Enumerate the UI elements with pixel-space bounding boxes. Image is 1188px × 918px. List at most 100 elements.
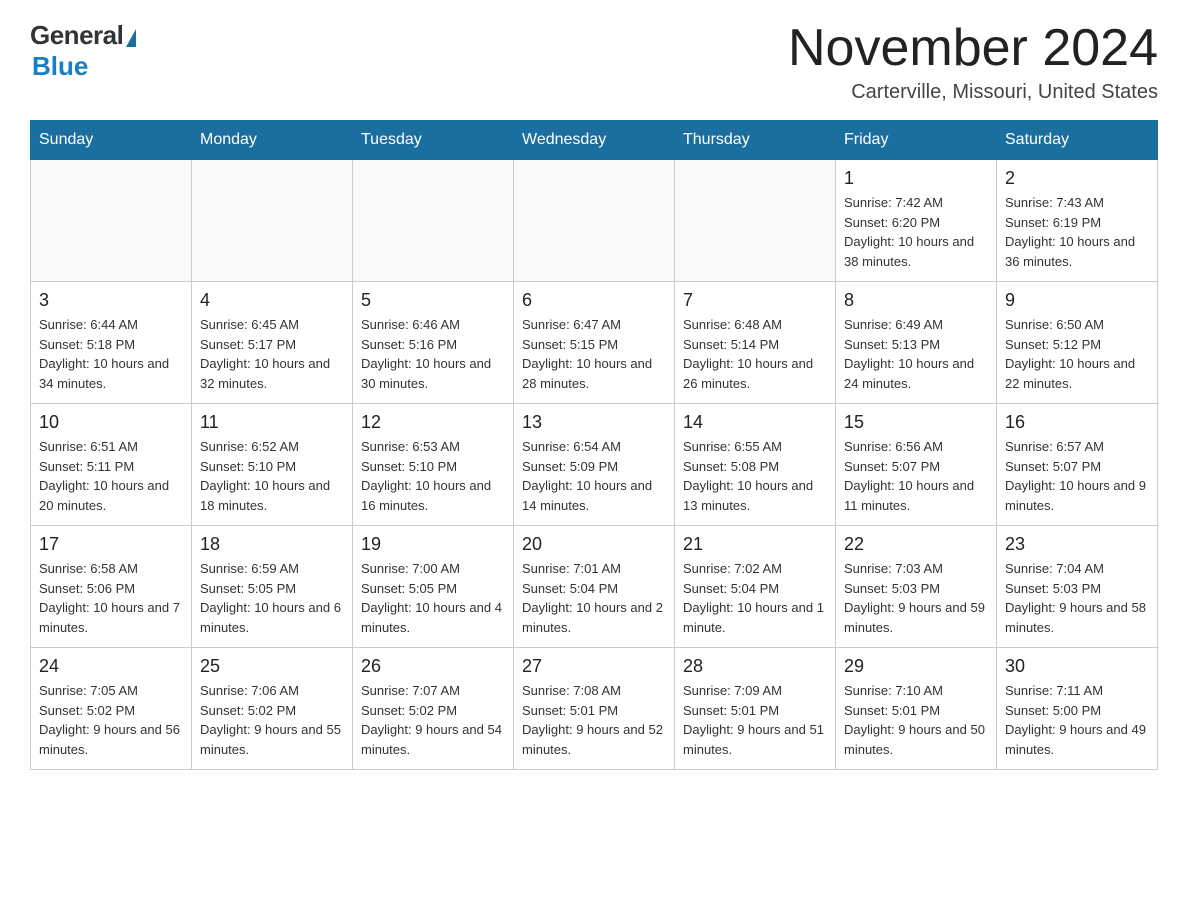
calendar-cell: 24Sunrise: 7:05 AM Sunset: 5:02 PM Dayli… bbox=[31, 648, 192, 770]
calendar-cell: 8 Sunrise: 6:49 AM Sunset: 5:13 PM Daylig… bbox=[836, 282, 997, 404]
logo-blue-text: Blue bbox=[32, 51, 88, 82]
month-title: November 2024 bbox=[788, 20, 1158, 77]
calendar-cell bbox=[31, 160, 192, 282]
day-info: Sunrise: 6:49 AM Sunset: 5:13 PM Dayligh… bbox=[844, 315, 988, 393]
calendar-cell: 14 Sunrise: 6:55 AM Sunset: 5:08 PM Dayli… bbox=[675, 404, 836, 526]
calendar-header-tuesday: Tuesday bbox=[353, 121, 514, 160]
day-info: Sunrise: 7:00 AM Sunset: 5:05 PM Dayligh… bbox=[361, 559, 505, 637]
calendar-cell: 13 Sunrise: 6:54 AM Sunset: 5:09 PM Dayli… bbox=[514, 404, 675, 526]
calendar-header-sunday: Sunday bbox=[31, 121, 192, 160]
calendar-cell: 29Sunrise: 7:10 AM Sunset: 5:01 PM Dayli… bbox=[836, 648, 997, 770]
day-info: Sunrise: 6:54 AM Sunset: 5:09 PM Dayligh… bbox=[522, 437, 666, 515]
calendar-week-row: 1 Sunrise: 7:42 AM Sunset: 6:20 PM Daylig… bbox=[31, 160, 1158, 282]
calendar-cell: 11 Sunrise: 6:52 AM Sunset: 5:10 PM Dayli… bbox=[192, 404, 353, 526]
calendar-cell: 28 Sunrise: 7:09 AM Sunset: 5:01 PM Dayli… bbox=[675, 648, 836, 770]
calendar-cell: 20Sunrise: 7:01 AM Sunset: 5:04 PM Dayli… bbox=[514, 526, 675, 648]
day-info: Sunrise: 7:09 AM Sunset: 5:01 PM Dayligh… bbox=[683, 681, 827, 759]
calendar-table: SundayMondayTuesdayWednesdayThursdayFrid… bbox=[30, 120, 1158, 770]
day-info: Sunrise: 6:44 AM Sunset: 5:18 PM Dayligh… bbox=[39, 315, 183, 393]
day-number: 6 bbox=[522, 290, 666, 311]
day-number: 21 bbox=[683, 534, 827, 555]
calendar-cell: 18Sunrise: 6:59 AM Sunset: 5:05 PM Dayli… bbox=[192, 526, 353, 648]
day-number: 5 bbox=[361, 290, 505, 311]
calendar-cell: 17 Sunrise: 6:58 AM Sunset: 5:06 PM Dayli… bbox=[31, 526, 192, 648]
day-number: 11 bbox=[200, 412, 344, 433]
day-number: 14 bbox=[683, 412, 827, 433]
calendar-cell: 6 Sunrise: 6:47 AM Sunset: 5:15 PM Daylig… bbox=[514, 282, 675, 404]
calendar-header-thursday: Thursday bbox=[675, 121, 836, 160]
calendar-header-wednesday: Wednesday bbox=[514, 121, 675, 160]
day-info: Sunrise: 7:07 AM Sunset: 5:02 PM Dayligh… bbox=[361, 681, 505, 759]
calendar-header-monday: Monday bbox=[192, 121, 353, 160]
calendar-header-row: SundayMondayTuesdayWednesdayThursdayFrid… bbox=[31, 121, 1158, 160]
day-number: 2 bbox=[1005, 168, 1149, 189]
day-number: 28 bbox=[683, 656, 827, 677]
calendar-cell: 16 Sunrise: 6:57 AM Sunset: 5:07 PM Dayli… bbox=[997, 404, 1158, 526]
calendar-cell bbox=[675, 160, 836, 282]
day-info: Sunrise: 6:55 AM Sunset: 5:08 PM Dayligh… bbox=[683, 437, 827, 515]
day-info: Sunrise: 7:06 AM Sunset: 5:02 PM Dayligh… bbox=[200, 681, 344, 759]
day-number: 10 bbox=[39, 412, 183, 433]
day-info: Sunrise: 6:47 AM Sunset: 5:15 PM Dayligh… bbox=[522, 315, 666, 393]
day-number: 23 bbox=[1005, 534, 1149, 555]
day-info: Sunrise: 7:04 AM Sunset: 5:03 PM Dayligh… bbox=[1005, 559, 1149, 637]
day-info: Sunrise: 6:51 AM Sunset: 5:11 PM Dayligh… bbox=[39, 437, 183, 515]
day-number: 22 bbox=[844, 534, 988, 555]
calendar-week-row: 24Sunrise: 7:05 AM Sunset: 5:02 PM Dayli… bbox=[31, 648, 1158, 770]
calendar-cell: 25 Sunrise: 7:06 AM Sunset: 5:02 PM Dayli… bbox=[192, 648, 353, 770]
day-info: Sunrise: 7:42 AM Sunset: 6:20 PM Dayligh… bbox=[844, 193, 988, 271]
day-number: 8 bbox=[844, 290, 988, 311]
calendar-cell: 26 Sunrise: 7:07 AM Sunset: 5:02 PM Dayli… bbox=[353, 648, 514, 770]
calendar-cell: 27Sunrise: 7:08 AM Sunset: 5:01 PM Dayli… bbox=[514, 648, 675, 770]
day-number: 1 bbox=[844, 168, 988, 189]
calendar-cell: 23 Sunrise: 7:04 AM Sunset: 5:03 PM Dayli… bbox=[997, 526, 1158, 648]
calendar-cell: 5 Sunrise: 6:46 AM Sunset: 5:16 PM Daylig… bbox=[353, 282, 514, 404]
day-info: Sunrise: 6:56 AM Sunset: 5:07 PM Dayligh… bbox=[844, 437, 988, 515]
day-number: 13 bbox=[522, 412, 666, 433]
day-number: 30 bbox=[1005, 656, 1149, 677]
calendar-cell bbox=[192, 160, 353, 282]
calendar-week-row: 3Sunrise: 6:44 AM Sunset: 5:18 PM Daylig… bbox=[31, 282, 1158, 404]
calendar-header-saturday: Saturday bbox=[997, 121, 1158, 160]
day-number: 18 bbox=[200, 534, 344, 555]
day-number: 20 bbox=[522, 534, 666, 555]
day-info: Sunrise: 6:58 AM Sunset: 5:06 PM Dayligh… bbox=[39, 559, 183, 637]
day-number: 25 bbox=[200, 656, 344, 677]
location-text: Carterville, Missouri, United States bbox=[788, 81, 1158, 104]
logo: General Blue bbox=[30, 20, 136, 82]
day-number: 12 bbox=[361, 412, 505, 433]
day-info: Sunrise: 6:48 AM Sunset: 5:14 PM Dayligh… bbox=[683, 315, 827, 393]
page-header: General Blue November 2024 Carterville, … bbox=[30, 20, 1158, 104]
day-number: 7 bbox=[683, 290, 827, 311]
day-number: 26 bbox=[361, 656, 505, 677]
calendar-cell: 22 Sunrise: 7:03 AM Sunset: 5:03 PM Dayli… bbox=[836, 526, 997, 648]
day-info: Sunrise: 6:57 AM Sunset: 5:07 PM Dayligh… bbox=[1005, 437, 1149, 515]
calendar-week-row: 10 Sunrise: 6:51 AM Sunset: 5:11 PM Dayli… bbox=[31, 404, 1158, 526]
day-info: Sunrise: 7:03 AM Sunset: 5:03 PM Dayligh… bbox=[844, 559, 988, 637]
day-info: Sunrise: 6:52 AM Sunset: 5:10 PM Dayligh… bbox=[200, 437, 344, 515]
calendar-cell bbox=[514, 160, 675, 282]
calendar-cell: 30 Sunrise: 7:11 AM Sunset: 5:00 PM Dayli… bbox=[997, 648, 1158, 770]
calendar-cell: 4Sunrise: 6:45 AM Sunset: 5:17 PM Daylig… bbox=[192, 282, 353, 404]
calendar-cell: 21 Sunrise: 7:02 AM Sunset: 5:04 PM Dayli… bbox=[675, 526, 836, 648]
calendar-cell: 2Sunrise: 7:43 AM Sunset: 6:19 PM Daylig… bbox=[997, 160, 1158, 282]
day-number: 17 bbox=[39, 534, 183, 555]
day-info: Sunrise: 7:02 AM Sunset: 5:04 PM Dayligh… bbox=[683, 559, 827, 637]
calendar-cell: 9 Sunrise: 6:50 AM Sunset: 5:12 PM Daylig… bbox=[997, 282, 1158, 404]
day-number: 24 bbox=[39, 656, 183, 677]
logo-general-text: General bbox=[30, 20, 123, 51]
day-number: 27 bbox=[522, 656, 666, 677]
day-info: Sunrise: 6:50 AM Sunset: 5:12 PM Dayligh… bbox=[1005, 315, 1149, 393]
calendar-cell bbox=[353, 160, 514, 282]
day-info: Sunrise: 6:45 AM Sunset: 5:17 PM Dayligh… bbox=[200, 315, 344, 393]
day-number: 29 bbox=[844, 656, 988, 677]
day-info: Sunrise: 7:11 AM Sunset: 5:00 PM Dayligh… bbox=[1005, 681, 1149, 759]
calendar-week-row: 17 Sunrise: 6:58 AM Sunset: 5:06 PM Dayli… bbox=[31, 526, 1158, 648]
calendar-cell: 12Sunrise: 6:53 AM Sunset: 5:10 PM Dayli… bbox=[353, 404, 514, 526]
day-number: 15 bbox=[844, 412, 988, 433]
day-info: Sunrise: 6:46 AM Sunset: 5:16 PM Dayligh… bbox=[361, 315, 505, 393]
day-number: 9 bbox=[1005, 290, 1149, 311]
calendar-cell: 10 Sunrise: 6:51 AM Sunset: 5:11 PM Dayli… bbox=[31, 404, 192, 526]
title-section: November 2024 Carterville, Missouri, Uni… bbox=[788, 20, 1158, 104]
day-number: 16 bbox=[1005, 412, 1149, 433]
